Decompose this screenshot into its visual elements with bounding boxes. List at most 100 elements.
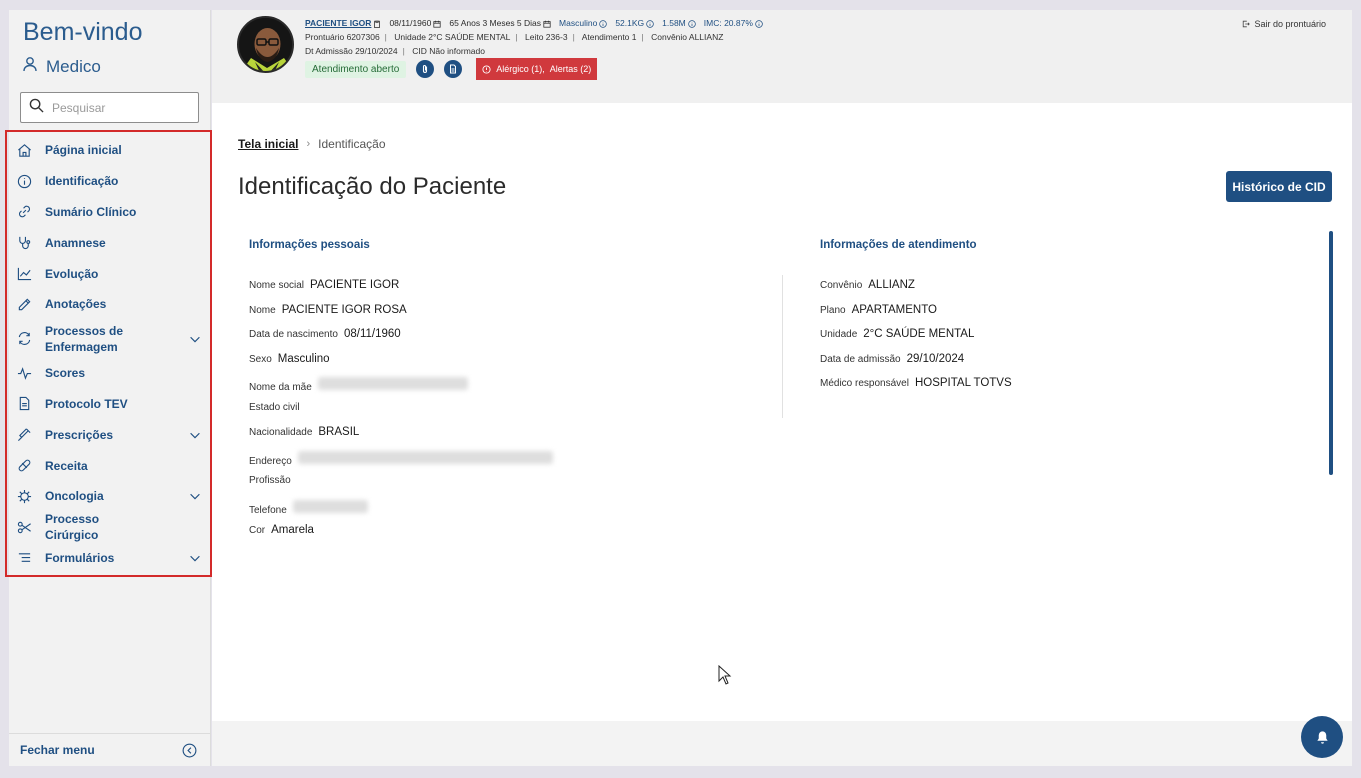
- field-label: Nome social: [249, 280, 305, 291]
- sidebar-item-label: Protocolo TEV: [45, 396, 128, 411]
- welcome-title: Bem-vindo: [23, 18, 143, 46]
- cid-history-button[interactable]: Histórico de CID: [1226, 171, 1332, 202]
- sidebar-item-label: Receita: [45, 458, 88, 473]
- nationality-row: Nacionalidade BRASIL: [249, 426, 359, 438]
- document-icon: [13, 396, 45, 411]
- status-badge: Atendimento aberto: [305, 60, 407, 78]
- sidebar-item-anamnese[interactable]: Anamnese: [13, 227, 206, 258]
- alerts-badge[interactable]: Alérgico (1), Alertas (2): [476, 58, 598, 80]
- close-menu-button[interactable]: Fechar menu: [9, 733, 210, 766]
- info-icon[interactable]: [755, 20, 763, 28]
- sidebar-item-processos-de-enfermagem[interactable]: Processos de Enfermagem: [13, 320, 206, 358]
- sidebar-item-evolucao[interactable]: Evolução: [13, 258, 206, 289]
- field-value: ALLIANZ: [868, 279, 915, 291]
- field-label: Telefone: [249, 505, 287, 516]
- search-input[interactable]: [52, 100, 192, 115]
- patient-header: PACIENTE IGOR 08/11/1960 65 Anos 3 Meses…: [212, 10, 1352, 103]
- weight: 52.1KG: [615, 18, 654, 28]
- logout-link[interactable]: Sair do prontuário: [1242, 19, 1326, 29]
- field-value: Masculino: [277, 353, 330, 365]
- field-value: BRASIL: [318, 426, 360, 438]
- sidebar-item-label: Processos de Enfermagem: [45, 323, 124, 354]
- scrollbar-thumb[interactable]: [1329, 231, 1333, 475]
- redacted-value: [297, 451, 553, 464]
- sidebar-item-processo-cirurgico[interactable]: Processo Cirúrgico: [13, 512, 206, 543]
- sidebar-item-oncologia[interactable]: Oncologia: [13, 481, 206, 512]
- field-value: Amarela: [271, 524, 314, 536]
- height-value: 1.58M: [662, 18, 686, 28]
- sidebar-item-pagina-inicial[interactable]: Página inicial: [13, 135, 206, 166]
- scissors-icon: [13, 520, 45, 535]
- personal-info-title: Informações pessoais: [249, 239, 370, 251]
- patient-name-link[interactable]: PACIENTE IGOR: [305, 18, 381, 28]
- sidebar-item-scores[interactable]: Scores: [13, 358, 206, 389]
- search-box[interactable]: [20, 92, 199, 123]
- info-icon[interactable]: [599, 20, 608, 28]
- field-label: Nacionalidade: [249, 427, 313, 438]
- logout-label: Sair do prontuário: [1254, 19, 1326, 29]
- breadcrumb-home-link[interactable]: Tela inicial: [238, 137, 298, 151]
- chevron-down-icon[interactable]: [188, 489, 202, 503]
- allergic-text: Alérgico (1),: [496, 64, 545, 74]
- chevron-down-icon[interactable]: [188, 332, 202, 346]
- sidebar-menu: Página inicial Identificação Sumário Clí…: [13, 135, 206, 573]
- field-value: 08/11/1960: [343, 328, 401, 340]
- attachment-button[interactable]: [416, 60, 435, 78]
- field-label: Sexo: [249, 354, 272, 365]
- field-label: Estado civil: [249, 402, 300, 413]
- sidebar-item-receita[interactable]: Receita: [13, 450, 206, 481]
- social-name-row: Nome social PACIENTE IGOR: [249, 279, 399, 291]
- breadcrumb-current: Identificação: [318, 137, 386, 151]
- age-value: 65 Anos 3 Meses 5 Dias: [449, 18, 542, 28]
- field-value: APARTAMENTO: [851, 304, 937, 316]
- admission-date: Dt Admissão 29/10/2024: [305, 46, 398, 56]
- sidebar-item-label: Página inicial: [45, 143, 122, 158]
- sidebar-item-label: Scores: [45, 366, 86, 381]
- notifications-button[interactable]: [1301, 716, 1343, 758]
- field-label: Convênio: [820, 280, 863, 291]
- sidebar-item-label: Anotações: [45, 297, 107, 312]
- chevron-down-icon[interactable]: [188, 551, 202, 565]
- age: 65 Anos 3 Meses 5 Dias: [449, 18, 551, 28]
- info-icon[interactable]: [646, 20, 654, 28]
- user-name: Medico: [46, 56, 101, 76]
- sidebar-item-formularios[interactable]: Formulários: [13, 543, 206, 574]
- sidebar-item-prescricoes[interactable]: Prescrições: [13, 419, 206, 450]
- color-row: Cor Amarela: [249, 524, 314, 536]
- page-title: Identificação do Paciente: [238, 173, 507, 200]
- document-button[interactable]: [444, 60, 463, 78]
- collapse-left-icon[interactable]: [182, 743, 197, 758]
- field-value: HOSPITAL TOTVS: [914, 377, 1012, 389]
- sidebar-item-label: Anamnese: [45, 235, 106, 250]
- sidebar-item-sumario-clinico[interactable]: Sumário Clínico: [13, 197, 206, 228]
- chevron-down-icon[interactable]: [188, 428, 202, 442]
- breadcrumb: Tela inicial › Identificação: [238, 137, 386, 151]
- sidebar-item-label: Processo Cirúrgico: [45, 512, 100, 543]
- patient-avatar: [237, 16, 294, 73]
- sidebar: Bem-vindo Medico Página inicial Identifi…: [5, 10, 212, 766]
- info-icon[interactable]: [688, 20, 696, 28]
- admission-row: Data de admissão 29/10/2024: [820, 353, 964, 365]
- column-divider: [782, 275, 783, 418]
- user-icon: [22, 56, 38, 77]
- phone-row: Telefone: [249, 500, 368, 516]
- sex-row: Sexo Masculino: [249, 353, 330, 365]
- sidebar-item-protocolo-tev[interactable]: Protocolo TEV: [13, 389, 206, 420]
- bell-icon: [1316, 730, 1328, 744]
- field-value: PACIENTE IGOR ROSA: [281, 304, 407, 316]
- sidebar-item-anotacoes[interactable]: Anotações: [13, 289, 206, 320]
- field-label: Nome: [249, 305, 276, 316]
- field-label: Cor: [249, 525, 266, 536]
- imc-value: IMC: 20.87%: [703, 18, 753, 28]
- convenio: Convênio ALLIANZ: [651, 32, 724, 42]
- document-icon: [450, 64, 457, 74]
- field-label: Unidade: [820, 329, 858, 340]
- sex: Masculino: [559, 18, 608, 28]
- admission-details: Dt Admissão 29/10/2024 | CID Não informad…: [305, 46, 485, 56]
- user-info: Medico: [22, 56, 101, 77]
- trend-chart-icon: [13, 266, 45, 281]
- field-label: Nome da mãe: [249, 382, 312, 393]
- sidebar-item-identificacao[interactable]: Identificação: [13, 166, 206, 197]
- main-content: Tela inicial › Identificação Identificaç…: [212, 103, 1352, 721]
- field-label: Endereço: [249, 456, 292, 467]
